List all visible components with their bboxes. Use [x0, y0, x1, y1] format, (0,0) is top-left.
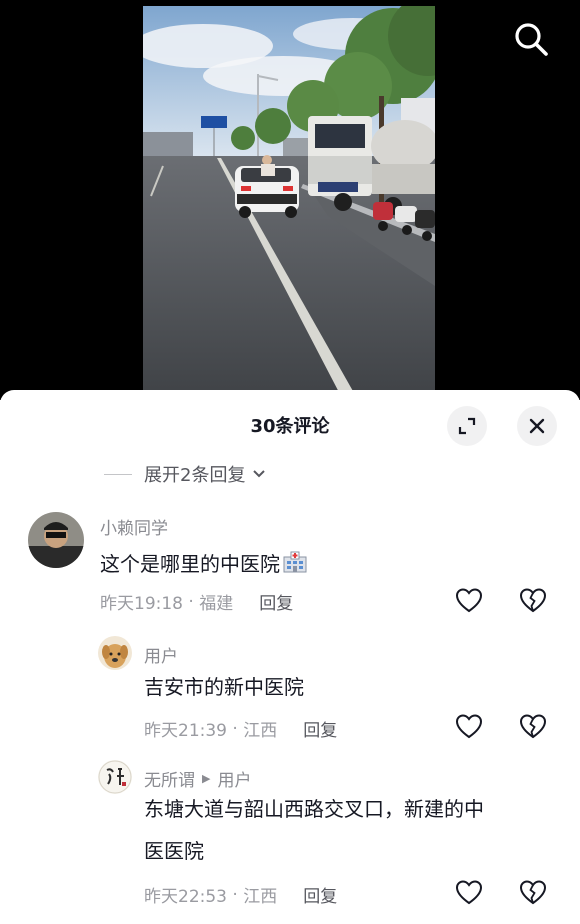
expand-replies-label: 展开2条回复 — [144, 465, 246, 486]
comment-meta: 昨天19:18 · 福建 回复 — [100, 589, 293, 615]
comment-time: 昨天19:18 — [100, 594, 183, 614]
comment-location: 江西 — [243, 887, 278, 907]
reply-arrow-icon: ▶ — [202, 772, 211, 785]
comment-location: 江西 — [243, 721, 278, 741]
video-player[interactable] — [0, 0, 580, 400]
comment-meta: 昨天22:53 · 江西 回复 — [144, 882, 337, 908]
comments-panel: 30条评论 展开2条回复 小赖同学 这个是哪里的中医院 昨天19:18 · 福建… — [0, 390, 580, 924]
comment-username[interactable]: 用户 — [144, 642, 178, 667]
comment-location: 福建 — [199, 594, 234, 614]
broken-heart-icon — [519, 588, 547, 613]
comment-text-line: 医医院 — [144, 839, 204, 863]
heart-icon — [455, 880, 483, 905]
heart-icon — [455, 588, 483, 613]
expand-panel-button[interactable] — [447, 406, 487, 446]
reply-button[interactable]: 回复 — [259, 589, 293, 614]
comment-username[interactable]: 小赖同学 — [100, 514, 168, 539]
video-frame — [143, 6, 435, 400]
dislike-button[interactable] — [518, 586, 548, 616]
like-button[interactable] — [454, 586, 484, 616]
avatar[interactable] — [98, 760, 132, 794]
comment-meta: 昨天21:39 · 江西 回复 — [144, 716, 337, 742]
comment-text-line: 东塘大道与韶山西路交叉口，新建的中 — [144, 797, 484, 821]
comment-time: 昨天22:53 — [144, 887, 227, 907]
avatar[interactable] — [28, 512, 84, 568]
comment-text: 东塘大道与韶山西路交叉口，新建的中 医医院 — [144, 788, 564, 872]
reply-button[interactable]: 回复 — [303, 716, 337, 741]
expand-replies-button[interactable]: 展开2条回复 — [104, 460, 267, 488]
chevron-down-icon — [253, 470, 266, 478]
dislike-button[interactable] — [518, 878, 548, 908]
avatar[interactable] — [98, 636, 132, 670]
comment-text: 吉安市的新中医院 — [144, 675, 304, 699]
dislike-button[interactable] — [518, 712, 548, 742]
comment-text: 这个是哪里的中医院 — [100, 543, 308, 585]
hospital-emoji-icon — [283, 551, 307, 573]
expand-icon — [458, 417, 476, 435]
like-button[interactable] — [454, 878, 484, 908]
divider-line — [104, 473, 132, 475]
broken-heart-icon — [519, 714, 547, 739]
heart-icon — [455, 714, 483, 739]
search-icon — [515, 23, 548, 56]
meta-separator: · — [227, 718, 244, 739]
close-icon — [529, 418, 545, 434]
search-button[interactable] — [510, 18, 552, 60]
comments-count-title: 30条评论 — [250, 416, 330, 437]
meta-separator: · — [227, 884, 244, 905]
meta-separator: · — [183, 591, 200, 612]
reply-button[interactable]: 回复 — [303, 882, 337, 907]
comment-text-content: 这个是哪里的中医院 — [100, 552, 280, 576]
broken-heart-icon — [519, 880, 547, 905]
comment-time: 昨天21:39 — [144, 721, 227, 741]
like-button[interactable] — [454, 712, 484, 742]
close-button[interactable] — [517, 406, 557, 446]
